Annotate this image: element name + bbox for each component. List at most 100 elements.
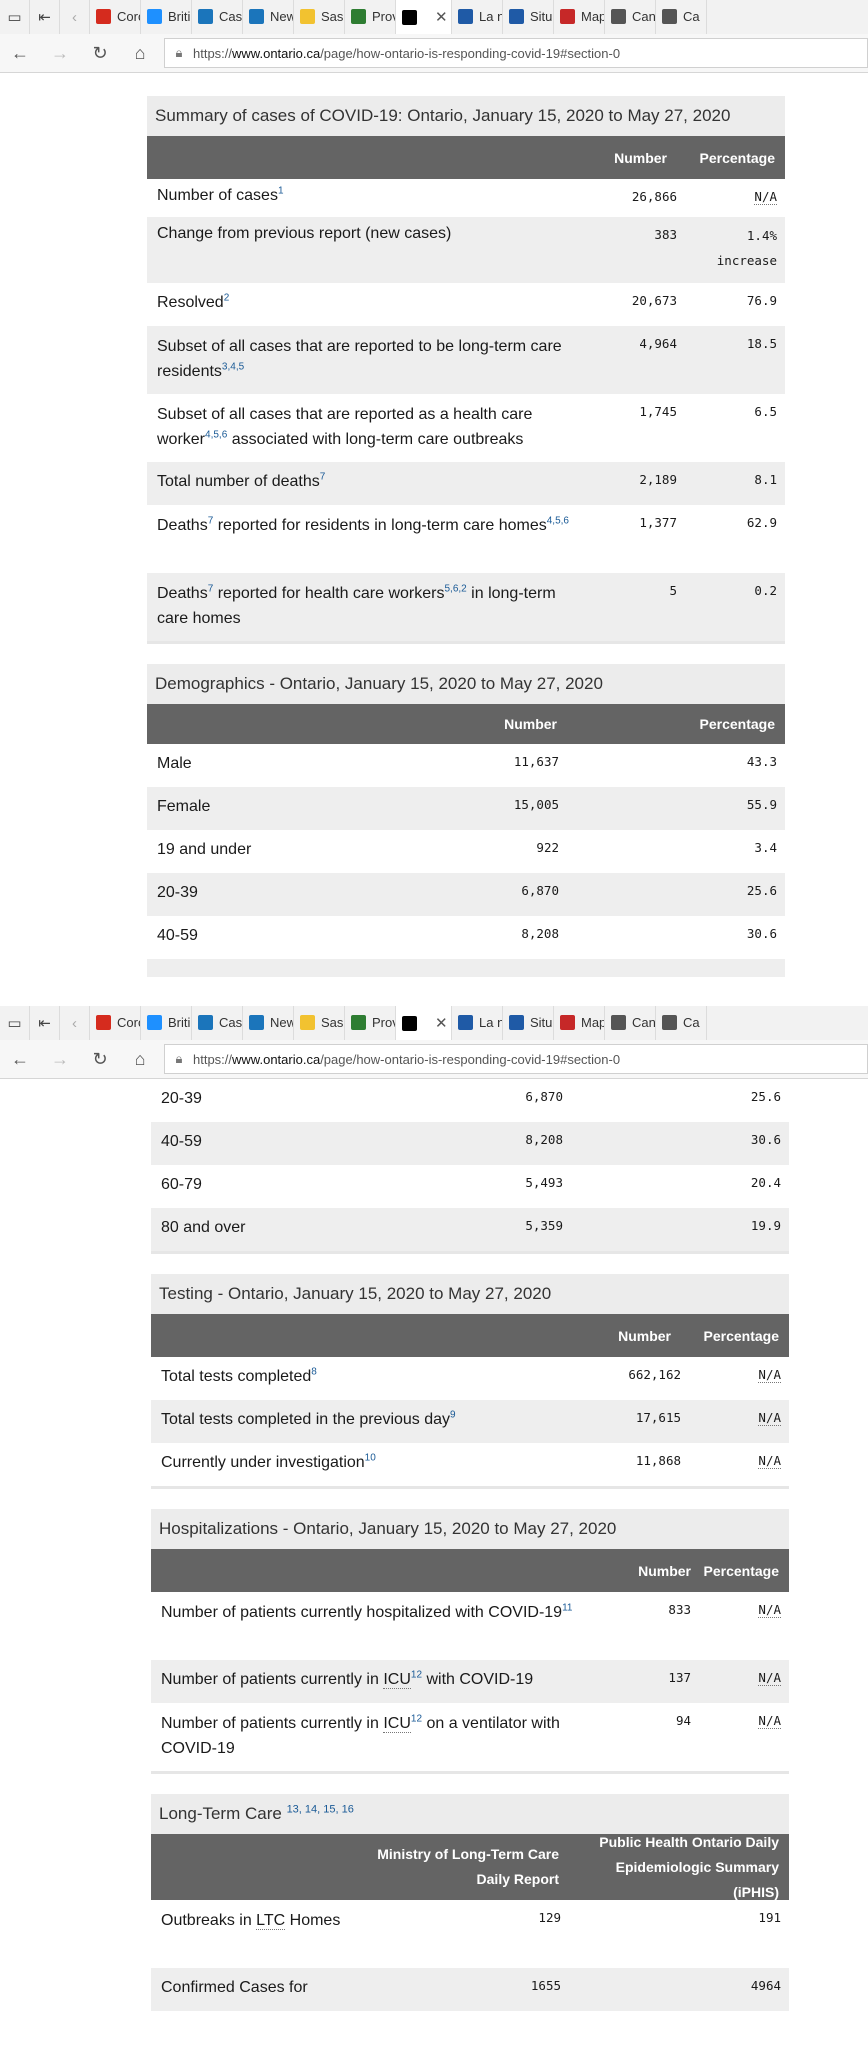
table-row: 20-39 6,870 25.6 [147, 873, 785, 916]
tab-strip: ▭ ⇤ ‹ CoroBritiCaseNewSaskProv ✕La nSituM… [0, 1006, 868, 1041]
browser-tab[interactable]: Briti [141, 1006, 192, 1040]
page-content: Summary of cases of COVID-19: Ontario, J… [147, 73, 785, 977]
footnote-link[interactable]: 8 [311, 1367, 317, 1378]
testing-table: Testing - Ontario, January 15, 2020 to M… [151, 1274, 789, 1489]
forward-icon[interactable]: → [40, 1040, 80, 1078]
browser-tab[interactable]: Situ [503, 0, 554, 34]
browser-tab[interactable]: Prov [345, 1006, 396, 1040]
tab-actions-icon[interactable]: ▭ [0, 1006, 30, 1040]
browser-tab[interactable]: Coro [90, 0, 141, 34]
browser-tab[interactable]: Can [605, 0, 656, 34]
back-icon[interactable]: ← [0, 1040, 40, 1078]
table-row: Subset of all cases that are reported to… [147, 326, 785, 394]
browser-tab[interactable]: Ca [656, 0, 707, 34]
close-tab-icon[interactable]: ✕ [435, 8, 448, 26]
table-row: Total tests completed8 662,162 N/A [161, 1366, 781, 1385]
bc-icon [147, 1015, 162, 1030]
browser-tab[interactable]: Map [554, 1006, 605, 1040]
table-row: Deaths7 reported for residents in long-t… [157, 515, 777, 534]
col-ministry: Ministry of Long-Term Care Daily Report [377, 1846, 559, 1887]
table-row: Male 11,637 43.3 [157, 754, 777, 772]
url-input[interactable]: 🔒︎ https://www.ontario.ca/page/how-ontar… [164, 1044, 868, 1074]
footnote-link[interactable]: 13, 14, 15, 16 [287, 1803, 354, 1815]
maple-leaf-icon [96, 1015, 111, 1030]
browser-window-top: ▭ ⇤ ‹ CoroBritiCaseNewSaskProv✕La nSituM… [0, 0, 868, 984]
alberta-icon [198, 9, 213, 24]
browser-tab[interactable]: ✕ [396, 1006, 452, 1041]
footnote-link[interactable]: 12 [411, 1714, 422, 1725]
col-pho: Public Health Ontario Daily Epidemiologi… [599, 1833, 779, 1900]
demographics-table-continued: 20-39 6,870 25.6 40-59 8,208 30.6 60-79 5,493 20… [151, 1079, 789, 1254]
page-viewport: 20-39 6,870 25.6 40-59 8,208 30.6 60-79 5,493 20… [0, 1079, 868, 2048]
map-icon [560, 9, 575, 24]
footnote-link[interactable]: 1 [278, 186, 284, 197]
browser-tab[interactable]: Situ [503, 1006, 554, 1040]
table-caption: Long-Term Care 13, 14, 15, 16 [151, 1794, 789, 1834]
footnote-link[interactable]: 2 [224, 293, 230, 304]
close-tab-icon[interactable]: ✕ [435, 1014, 448, 1032]
back-icon[interactable]: ← [0, 34, 40, 72]
footnote-link[interactable]: 12 [411, 1670, 422, 1681]
table-row: Total tests completed in the previous da… [151, 1400, 789, 1443]
footnote-link[interactable]: 7 [320, 472, 326, 483]
browser-tab[interactable]: Prov [345, 0, 396, 34]
screenshot-gap [0, 984, 868, 1006]
table-row: 80 and over 5,359 19.9 [151, 1208, 789, 1251]
home-icon[interactable]: ⌂ [120, 34, 160, 72]
footnote-link[interactable]: 5,6,2 [444, 584, 466, 595]
browser-tab[interactable]: Map [554, 0, 605, 34]
footnote-link[interactable]: 4,5,6 [205, 430, 227, 441]
browser-tab[interactable]: ✕ [396, 0, 452, 35]
browser-tab[interactable]: La n [452, 0, 503, 34]
table-row: Number of patients currently hospitalize… [161, 1602, 781, 1621]
browser-tab[interactable]: Coro [90, 1006, 141, 1040]
tab-actions-icon[interactable]: ▭ [0, 0, 30, 34]
hospitalizations-table: Hospitalizations - Ontario, January 15, … [151, 1509, 789, 1774]
footnote-link[interactable]: 3,4,5 [222, 362, 244, 373]
footnote-link[interactable]: 4,5,6 [547, 516, 569, 527]
footnote-link[interactable]: 11 [562, 1603, 572, 1614]
browser-tab[interactable]: Sask [294, 0, 345, 34]
table-row: 40-59 8,208 30.6 [151, 1122, 789, 1165]
sask-icon [300, 1015, 315, 1030]
set-aside-tabs-icon[interactable]: ⇤ [30, 0, 60, 34]
forward-icon[interactable]: → [40, 34, 80, 72]
alberta-icon [198, 1015, 213, 1030]
table-body: Total tests completed8 662,162 N/A Total te… [151, 1357, 789, 1486]
page-icon [611, 1015, 626, 1030]
table-row: 20-39 6,870 25.6 [151, 1079, 789, 1122]
footnote-link[interactable]: 9 [450, 1410, 456, 1421]
col-number: Number [504, 716, 557, 732]
footnote-link[interactable]: 10 [365, 1453, 376, 1464]
browser-tab[interactable]: New [243, 1006, 294, 1040]
browser-tab[interactable]: Case [192, 0, 243, 34]
alberta-icon [249, 1015, 264, 1030]
tab-strip: ▭ ⇤ ‹ CoroBritiCaseNewSaskProv ✕La nSituM… [0, 0, 868, 35]
map-icon [560, 1015, 575, 1030]
alberta-icon [249, 9, 264, 24]
browser-tab[interactable]: Case [192, 1006, 243, 1040]
tab-scroll-left-icon[interactable]: ‹ [60, 0, 90, 34]
browser-tab[interactable]: Sask [294, 1006, 345, 1040]
home-icon[interactable]: ⌂ [120, 1040, 160, 1078]
browser-tab[interactable]: Can [605, 1006, 656, 1040]
quebec-icon [458, 9, 473, 24]
refresh-icon[interactable]: ↻ [80, 34, 120, 72]
browser-tab[interactable]: Ca [656, 1006, 707, 1040]
browser-tab[interactable]: New [243, 0, 294, 34]
browser-tab[interactable]: Briti [141, 0, 192, 34]
set-aside-tabs-icon[interactable]: ⇤ [30, 1006, 60, 1040]
tab-scroll-left-icon[interactable]: ‹ [60, 1006, 90, 1040]
page-content: 20-39 6,870 25.6 40-59 8,208 30.6 60-79 5,493 20… [151, 1079, 789, 2011]
table-row: Change from previous report (new cases) … [147, 217, 785, 283]
table-header: Ministry of Long-Term Care Daily Report … [151, 1834, 789, 1900]
page-icon [611, 9, 626, 24]
browser-tab[interactable]: La n [452, 1006, 503, 1040]
refresh-icon[interactable]: ↻ [80, 1040, 120, 1078]
demographics-table: Demographics - Ontario, January 15, 2020… [147, 664, 785, 977]
table-caption: Hospitalizations - Ontario, January 15, … [151, 1509, 789, 1549]
lock-icon: 🔒︎ [175, 1051, 183, 1066]
url-input[interactable]: 🔒︎ https://www.ontario.ca/page/how-ontar… [164, 38, 868, 68]
table-body: Outbreaks in LTC Homes 129 191 Confirmed… [151, 1900, 789, 2011]
table-body: Number of patients currently hospitalize… [151, 1592, 789, 1771]
